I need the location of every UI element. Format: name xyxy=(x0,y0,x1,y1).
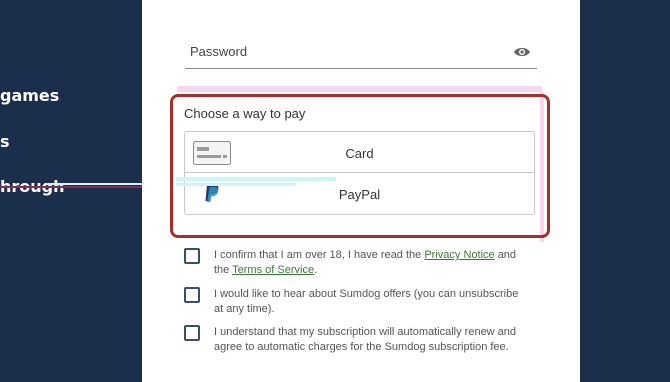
eye-icon[interactable] xyxy=(513,43,531,61)
highlight-band xyxy=(177,86,542,92)
pointer-highlight-bottom xyxy=(176,183,296,186)
renewal-checkbox[interactable] xyxy=(184,325,200,341)
sidebar-item-s[interactable]: s xyxy=(0,132,10,151)
sidebar-item-games[interactable]: games xyxy=(0,86,59,105)
pointer-line-highlight xyxy=(48,183,142,185)
pointer-line xyxy=(0,186,142,188)
pointer-highlight-top xyxy=(176,177,336,181)
age-consent-checkbox[interactable] xyxy=(184,248,200,264)
paypal-label: PayPal xyxy=(338,187,381,202)
terms-of-service-link[interactable]: Terms of Service xyxy=(232,264,314,276)
offers-checkbox[interactable] xyxy=(184,287,200,303)
offers-text: I would like to hear about Sumdog offers… xyxy=(214,288,519,315)
password-label: Password xyxy=(190,44,248,59)
renewal-text: I understand that my subscription will a… xyxy=(214,326,517,353)
privacy-notice-link[interactable]: Privacy Notice xyxy=(424,249,494,261)
payment-title: Choose a way to pay xyxy=(184,106,306,121)
right-background xyxy=(580,0,670,382)
pay-with-card-button[interactable]: Card xyxy=(184,131,535,173)
age-consent-text: I confirm that I am over 18, I have read… xyxy=(214,249,517,276)
password-field[interactable]: Password xyxy=(185,38,537,69)
card-label: Card xyxy=(345,146,374,161)
